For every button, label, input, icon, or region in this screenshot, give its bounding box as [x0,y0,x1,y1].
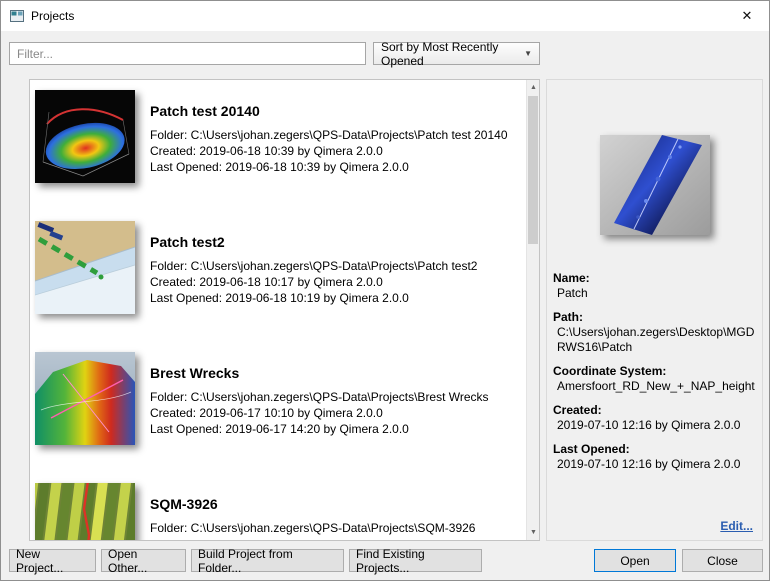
scrollbar-thumb[interactable] [528,96,538,244]
detail-path: Path: C:\Users\johan.zegers\Desktop\MGD … [553,310,756,355]
selected-project-thumbnail [600,135,710,235]
name-value: Patch [553,286,756,301]
scrollbar[interactable]: ▲ ▼ [526,80,539,540]
project-folder: Folder: C:\Users\johan.zegers\QPS-Data\P… [150,127,508,143]
edit-link[interactable]: Edit... [720,519,753,533]
project-last-opened: Last Opened: 2019-06-18 10:39 by Qimera … [150,159,508,175]
build-project-from-folder-button[interactable]: Build Project from Folder... [191,549,344,572]
new-project-button[interactable]: New Project... [9,549,96,572]
last-opened-value: 2019-07-10 12:16 by Qimera 2.0.0 [553,457,756,472]
chevron-down-icon: ▼ [524,49,532,58]
path-label: Path: [553,310,756,325]
open-other-button[interactable]: Open Other... [101,549,186,572]
project-thumbnail [35,483,135,540]
last-opened-label: Last Opened: [553,442,756,457]
list-item[interactable]: Patch test2 Folder: C:\Users\johan.zeger… [30,221,526,352]
projects-dialog: Projects ✕ Sort by Most Recently Opened … [0,0,770,581]
scroll-up-icon[interactable]: ▲ [527,80,540,95]
project-folder: Folder: C:\Users\johan.zegers\QPS-Data\P… [150,258,477,274]
list-item[interactable]: Brest Wrecks Folder: C:\Users\johan.zege… [30,352,526,483]
find-existing-projects-button[interactable]: Find Existing Projects... [349,549,482,572]
project-title: Patch test2 [150,234,477,250]
sort-dropdown[interactable]: Sort by Most Recently Opened ▼ [373,42,540,65]
project-folder: Folder: C:\Users\johan.zegers\QPS-Data\P… [150,389,489,405]
project-info: Patch test 20140 Folder: C:\Users\johan.… [150,90,508,221]
project-thumbnail [35,221,135,314]
sort-dropdown-label: Sort by Most Recently Opened [381,40,518,68]
project-info: Patch test2 Folder: C:\Users\johan.zeger… [150,221,477,352]
project-created: Created: 2019-06-18 10:17 by Qimera 2.0.… [150,274,477,290]
open-button[interactable]: Open [594,549,676,572]
project-last-opened: Last Opened: 2019-06-17 14:20 by Qimera … [150,421,489,437]
project-thumbnail [35,352,135,445]
detail-name: Name: Patch [553,271,756,301]
path-value: C:\Users\johan.zegers\Desktop\MGD RWS16\… [553,325,756,355]
project-title: Patch test 20140 [150,103,508,119]
project-created: Created: 2019-06-17 10:10 by Qimera 2.0.… [150,405,489,421]
project-last-opened: Last Opened: 2019-06-18 10:19 by Qimera … [150,290,477,306]
window-title: Projects [31,9,74,23]
filter-input[interactable] [9,42,366,65]
project-thumbnail [35,90,135,183]
scroll-down-icon[interactable]: ▼ [527,525,540,540]
project-list: Patch test 20140 Folder: C:\Users\johan.… [29,79,540,541]
detail-coordinate-system: Coordinate System: Amersfoort_RD_New_+_N… [553,364,756,394]
coordinate-system-value: Amersfoort_RD_New_+_NAP_height [553,379,756,394]
window-icon [10,10,24,22]
name-label: Name: [553,271,756,286]
titlebar: Projects ✕ [1,1,769,31]
detail-last-opened: Last Opened: 2019-07-10 12:16 by Qimera … [553,442,756,472]
created-label: Created: [553,403,756,418]
project-info: Brest Wrecks Folder: C:\Users\johan.zege… [150,352,489,483]
project-info: SQM-3926 Folder: C:\Users\johan.zegers\Q… [150,483,475,540]
coordinate-system-label: Coordinate System: [553,364,756,379]
close-icon[interactable]: ✕ [725,1,769,31]
detail-created: Created: 2019-07-10 12:16 by Qimera 2.0.… [553,403,756,433]
details-panel: Name: Patch Path: C:\Users\johan.zegers\… [546,79,763,541]
project-folder: Folder: C:\Users\johan.zegers\QPS-Data\P… [150,520,475,536]
close-button[interactable]: Close [682,549,763,572]
project-title: SQM-3926 [150,496,475,512]
list-item[interactable]: Patch test 20140 Folder: C:\Users\johan.… [30,90,526,221]
project-list-items: Patch test 20140 Folder: C:\Users\johan.… [30,80,526,540]
list-item[interactable]: SQM-3926 Folder: C:\Users\johan.zegers\Q… [30,483,526,540]
project-title: Brest Wrecks [150,365,489,381]
created-value: 2019-07-10 12:16 by Qimera 2.0.0 [553,418,756,433]
project-created: Created: 2019-06-18 10:39 by Qimera 2.0.… [150,143,508,159]
